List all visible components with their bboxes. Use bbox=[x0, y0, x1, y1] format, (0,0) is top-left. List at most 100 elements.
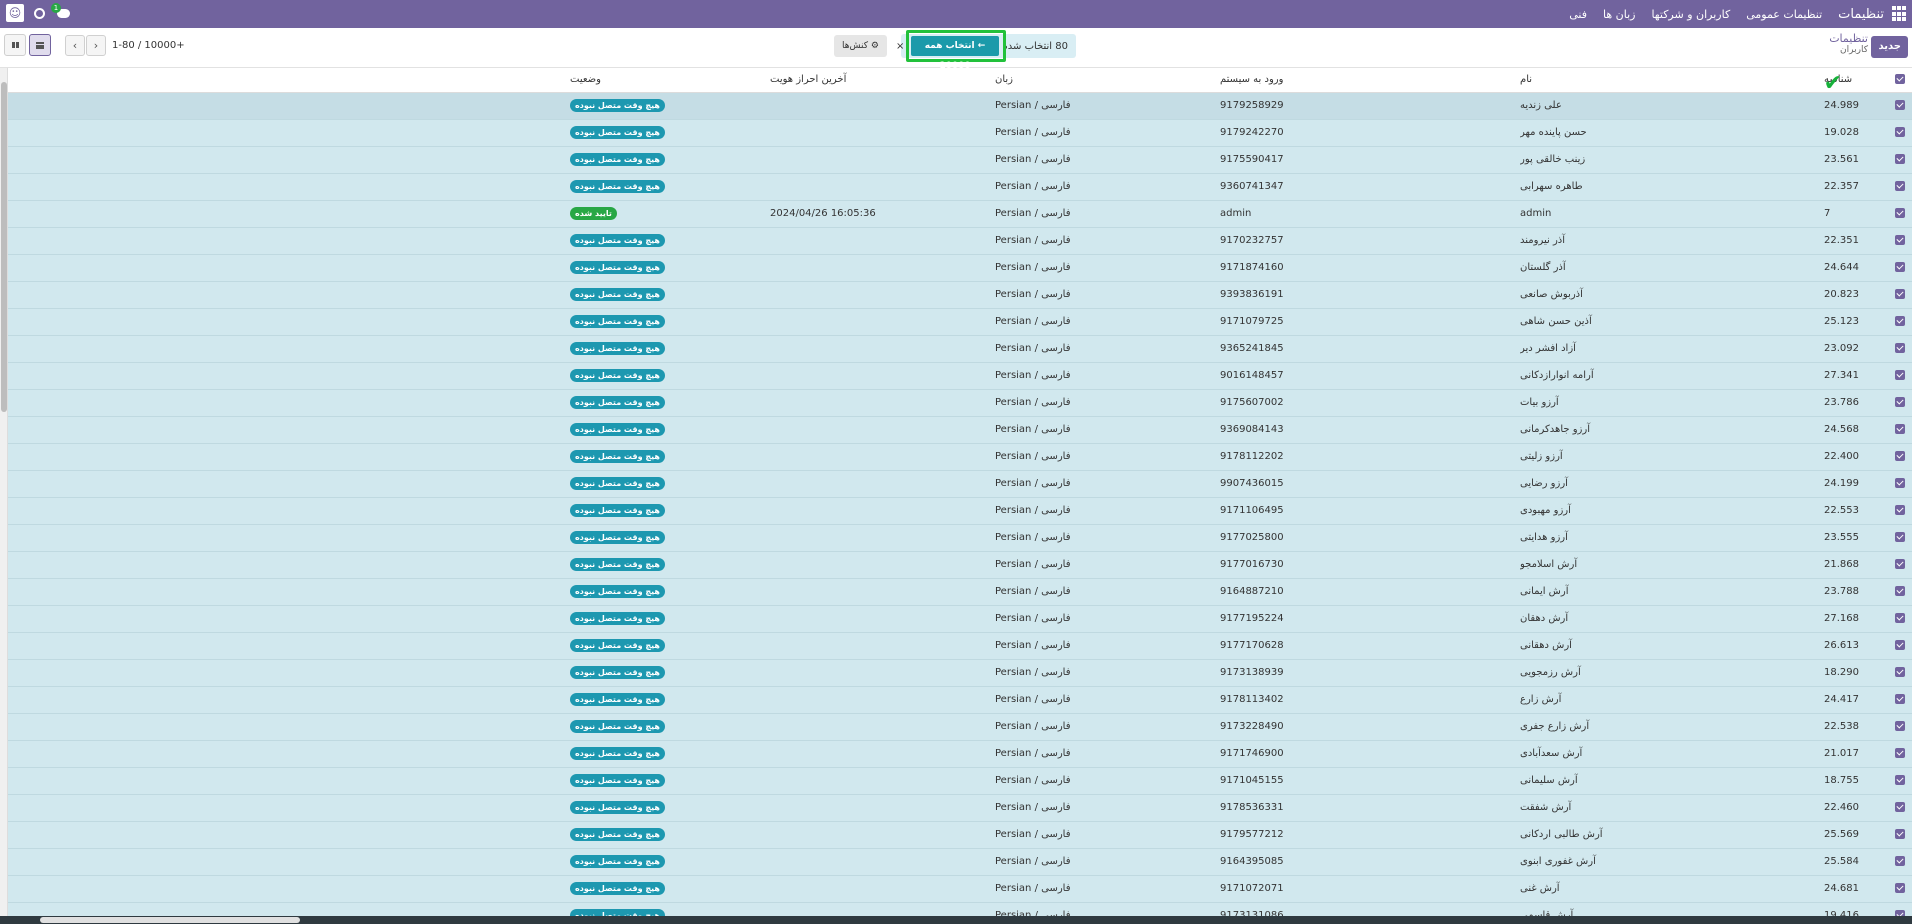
menu-languages[interactable]: زبان ها bbox=[1603, 8, 1635, 21]
table-row[interactable]: 24.681 آرش غنی 9171072071 Persian / فارسی هی… bbox=[8, 875, 1912, 902]
row-checkbox[interactable] bbox=[1888, 821, 1912, 848]
row-checkbox[interactable] bbox=[1888, 659, 1912, 686]
row-checkbox[interactable] bbox=[1888, 119, 1912, 146]
table-row[interactable]: 18.755 آرش سلیمانی 9171045155 Persian / فار… bbox=[8, 767, 1912, 794]
new-button[interactable]: جدید bbox=[1871, 36, 1908, 58]
table-row[interactable]: 27.168 آرش دهقان 9177195224 Persian / فارسی… bbox=[8, 605, 1912, 632]
table-row[interactable]: 23.555 آرزو هدایتی 9177025800 Persian / فار… bbox=[8, 524, 1912, 551]
row-checkbox[interactable] bbox=[1888, 578, 1912, 605]
cell-language: Persian / فارسی bbox=[995, 686, 1220, 713]
menu-technical[interactable]: فنی bbox=[1569, 8, 1587, 21]
table-row[interactable]: 27.341 آرامه انوارازدکانی 9016148457 Persia… bbox=[8, 362, 1912, 389]
table-row[interactable]: 18.290 آرش رزمجویی 9173138939 Persian / فار… bbox=[8, 659, 1912, 686]
row-checkbox[interactable] bbox=[1888, 902, 1912, 916]
table-row[interactable]: 24.644 آذر گلستان 9171874160 Persian / فارس… bbox=[8, 254, 1912, 281]
pager-next-button[interactable]: › bbox=[86, 35, 106, 56]
kanban-view-button[interactable] bbox=[4, 34, 26, 56]
row-checkbox[interactable] bbox=[1888, 200, 1912, 227]
table-row[interactable]: 24.989 علی زندیه 9179258929 Persian / فارسی… bbox=[8, 92, 1912, 119]
table-row[interactable]: 24.417 آرش زارع 9178113402 Persian / فارسی ه… bbox=[8, 686, 1912, 713]
table-row[interactable]: 23.788 آرش ایمانی 9164887210 Persian / فارس… bbox=[8, 578, 1912, 605]
row-checkbox[interactable] bbox=[1888, 335, 1912, 362]
column-header-status[interactable]: وضعیت bbox=[570, 68, 770, 93]
table-row[interactable]: 21.868 آرش اسلامجو 9177016730 Persian / فار… bbox=[8, 551, 1912, 578]
status-badge: هیچ وقت متصل نبوده bbox=[570, 423, 665, 436]
table-row[interactable]: 22.351 آذر نیرومند 9170232757 Persian / فار… bbox=[8, 227, 1912, 254]
table-row[interactable]: 22.553 آرزو مهبودی 9171106495 Persian / فار… bbox=[8, 497, 1912, 524]
table-row[interactable]: 24.199 آرزو رضایی 9907436015 Persian / فارس… bbox=[8, 470, 1912, 497]
pager-prev-button[interactable]: ‹ bbox=[65, 35, 85, 56]
column-header-name[interactable]: نام bbox=[1520, 68, 1820, 93]
column-header-language[interactable]: زبان bbox=[995, 68, 1220, 93]
breadcrumb: تنظیمات کاربران bbox=[1829, 32, 1868, 55]
row-checkbox[interactable] bbox=[1888, 713, 1912, 740]
horizontal-scroll-thumb[interactable] bbox=[40, 917, 300, 923]
row-checkbox[interactable] bbox=[1888, 632, 1912, 659]
table-row[interactable]: 19.416 آرش قاسمی 9173131086 Persian / فارسی… bbox=[8, 902, 1912, 916]
row-checkbox[interactable] bbox=[1888, 740, 1912, 767]
row-checkbox[interactable] bbox=[1888, 362, 1912, 389]
row-checkbox[interactable] bbox=[1888, 281, 1912, 308]
vertical-scroll-thumb[interactable] bbox=[1, 82, 7, 412]
row-checkbox[interactable] bbox=[1888, 227, 1912, 254]
row-checkbox[interactable] bbox=[1888, 173, 1912, 200]
select-all-checkbox[interactable] bbox=[1888, 68, 1912, 93]
cell-id: 22.400 bbox=[1824, 451, 1859, 462]
menu-users-companies[interactable]: کاربران و شرکتها bbox=[1651, 8, 1730, 21]
table-row[interactable]: 22.400 آرزو زلیتی 9178112202 Persian / فارس… bbox=[8, 443, 1912, 470]
table-row[interactable]: 20.823 آذربوش صانعی 9393836191 Persian / فا… bbox=[8, 281, 1912, 308]
cell-last-auth bbox=[770, 767, 995, 794]
row-checkbox[interactable] bbox=[1888, 605, 1912, 632]
row-checkbox[interactable] bbox=[1888, 470, 1912, 497]
table-row[interactable]: 22.538 آرش زارع جفری 9173228490 Persian / ف… bbox=[8, 713, 1912, 740]
table-row[interactable]: 23.561 زینب خالقی پور 9175590417 Persian / … bbox=[8, 146, 1912, 173]
list-view-button[interactable] bbox=[29, 34, 51, 56]
app-brand[interactable]: تنظیمات bbox=[1838, 7, 1884, 22]
row-checkbox[interactable] bbox=[1888, 497, 1912, 524]
table-row[interactable]: 25.123 آذین حسن شاهی 9171079725 Persian / ف… bbox=[8, 308, 1912, 335]
breadcrumb-title[interactable]: تنظیمات bbox=[1829, 32, 1868, 45]
table-row[interactable]: 23.786 آرزو بیات 9175607002 Persian / فارسی… bbox=[8, 389, 1912, 416]
chat-icon[interactable]: 1 bbox=[51, 3, 71, 19]
column-header-last-auth[interactable]: آخرین احراز هویت bbox=[770, 68, 995, 93]
row-checkbox[interactable] bbox=[1888, 875, 1912, 902]
user-avatar[interactable]: ☺ bbox=[6, 4, 24, 22]
row-checkbox[interactable] bbox=[1888, 146, 1912, 173]
cell-filler bbox=[8, 281, 570, 308]
row-checkbox[interactable] bbox=[1888, 416, 1912, 443]
row-checkbox[interactable] bbox=[1888, 308, 1912, 335]
column-header-login[interactable]: ورود به سیستم bbox=[1220, 68, 1520, 93]
cell-login: 9173138939 bbox=[1220, 667, 1284, 678]
table-row[interactable]: 23.092 آزاد افشر دیر 9365241845 Persian / ف… bbox=[8, 335, 1912, 362]
pager-value[interactable]: 1-80 / 10000+ bbox=[112, 40, 185, 51]
row-checkbox[interactable] bbox=[1888, 254, 1912, 281]
cell-name: آرش زارع bbox=[1520, 694, 1562, 705]
row-checkbox[interactable] bbox=[1888, 686, 1912, 713]
select-all-button[interactable]: ← انتخاب همه 10000 bbox=[911, 36, 999, 71]
clear-selection-icon[interactable]: × bbox=[896, 41, 904, 52]
actions-button[interactable]: ⚙ کنش‌ها bbox=[834, 35, 887, 57]
table-row[interactable]: 19.028 حسن پاینده مهر 9179242270 Persian / … bbox=[8, 119, 1912, 146]
cell-login: 9179577212 bbox=[1220, 829, 1284, 840]
row-checkbox[interactable] bbox=[1888, 524, 1912, 551]
table-row[interactable]: 26.613 آرش دهقانی 9177170628 Persian / فارس… bbox=[8, 632, 1912, 659]
row-checkbox[interactable] bbox=[1888, 848, 1912, 875]
row-checkbox[interactable] bbox=[1888, 551, 1912, 578]
row-checkbox[interactable] bbox=[1888, 794, 1912, 821]
table-row[interactable]: 7 admin admin Persian / فارسی 2024/04/26 16:… bbox=[8, 200, 1912, 227]
row-checkbox[interactable] bbox=[1888, 389, 1912, 416]
apps-menu-icon[interactable] bbox=[1890, 6, 1906, 22]
table-row[interactable]: 24.568 آرزو جاهدکرمانی 9369084143 Persian /… bbox=[8, 416, 1912, 443]
row-checkbox[interactable] bbox=[1888, 767, 1912, 794]
table-row[interactable]: 22.460 آرش شفقت 9178536331 Persian / فارسی ه… bbox=[8, 794, 1912, 821]
vertical-scrollbar[interactable] bbox=[0, 68, 8, 916]
table-row[interactable]: 22.357 طاهره سهرابی 9360741347 Persian / فا… bbox=[8, 173, 1912, 200]
table-row[interactable]: 25.584 آرش غفوری ابنوی 9164395085 Persian /… bbox=[8, 848, 1912, 875]
row-checkbox[interactable] bbox=[1888, 443, 1912, 470]
activity-clock-icon[interactable] bbox=[34, 7, 45, 19]
table-row[interactable]: 21.017 آرش سعدآبادی 9171746900 Persian / فا… bbox=[8, 740, 1912, 767]
row-checkbox[interactable] bbox=[1888, 92, 1912, 119]
table-row[interactable]: 25.569 آرش طالبی اردکانی 9179577212 Persian… bbox=[8, 821, 1912, 848]
cell-id: 22.460 bbox=[1824, 802, 1859, 813]
menu-general-settings[interactable]: تنظیمات عمومی bbox=[1746, 8, 1822, 21]
